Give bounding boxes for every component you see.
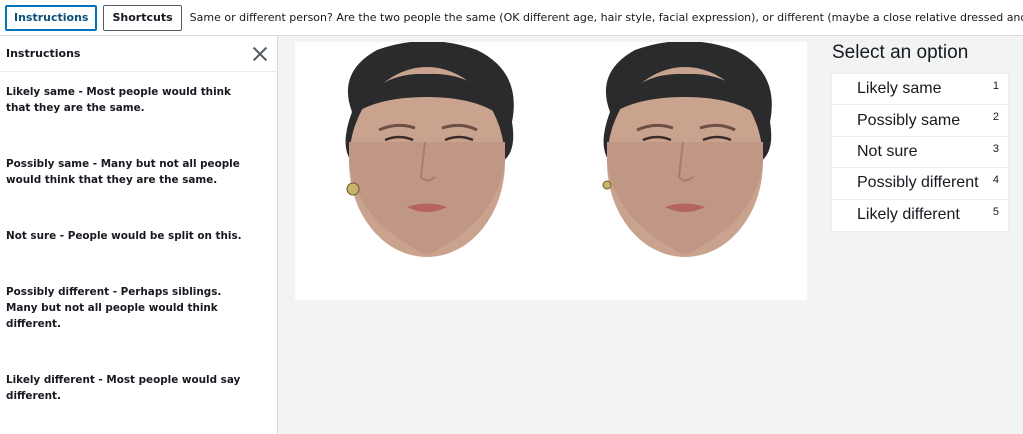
instruction-likely-different: Likely different - Most people would say… (6, 374, 241, 402)
option-label: Not sure (857, 142, 918, 160)
select-option-title: Select an option (832, 42, 969, 63)
instruction-likely-same: Likely same - Most people would think th… (6, 86, 231, 114)
instructions-title: Instructions (6, 47, 81, 60)
option-label: Likely same (857, 80, 942, 98)
instructions-panel: Instructions Likely same - Most people w… (0, 36, 278, 434)
close-icon[interactable] (249, 43, 271, 65)
option-possibly-different[interactable]: Possibly different 4 (832, 168, 1008, 200)
instruction-possibly-same: Possibly same - Many but not all people … (6, 158, 240, 186)
instructions-button[interactable]: Instructions (5, 4, 98, 31)
option-not-sure[interactable]: Not sure 3 (832, 137, 1008, 169)
option-label: Likely different (857, 206, 960, 224)
instructions-header: Instructions (0, 36, 277, 72)
instructions-list: Likely same - Most people would think th… (0, 72, 277, 404)
option-label: Possibly same (857, 111, 961, 129)
shortcut-key: 2 (992, 111, 999, 124)
face-image-right (602, 42, 772, 257)
instruction-possibly-different: Possibly different - Perhaps siblings. M… (6, 286, 222, 330)
shortcut-key: 5 (992, 205, 999, 218)
face-image-left (345, 42, 514, 257)
top-toolbar: Instructions Shortcuts Same or different… (0, 0, 1023, 36)
shortcut-key: 1 (992, 80, 999, 92)
shortcut-key: 4 (992, 174, 999, 187)
shortcuts-button[interactable]: Shortcuts (103, 4, 182, 31)
option-likely-different[interactable]: Likely different 5 (832, 200, 1008, 231)
shortcut-key: 3 (992, 142, 999, 155)
instruction-not-sure: Not sure - People would be split on this… (6, 230, 242, 242)
option-possibly-same[interactable]: Possibly same 2 (832, 105, 1008, 137)
option-list: Likely same 1 Possibly same 2 Not sure 3… (831, 73, 1009, 232)
image-pair-panel (295, 42, 807, 300)
option-label: Possibly different (857, 174, 979, 192)
option-likely-same[interactable]: Likely same 1 (832, 74, 1008, 106)
task-question: Same or different person? Are the two pe… (189, 11, 1023, 24)
